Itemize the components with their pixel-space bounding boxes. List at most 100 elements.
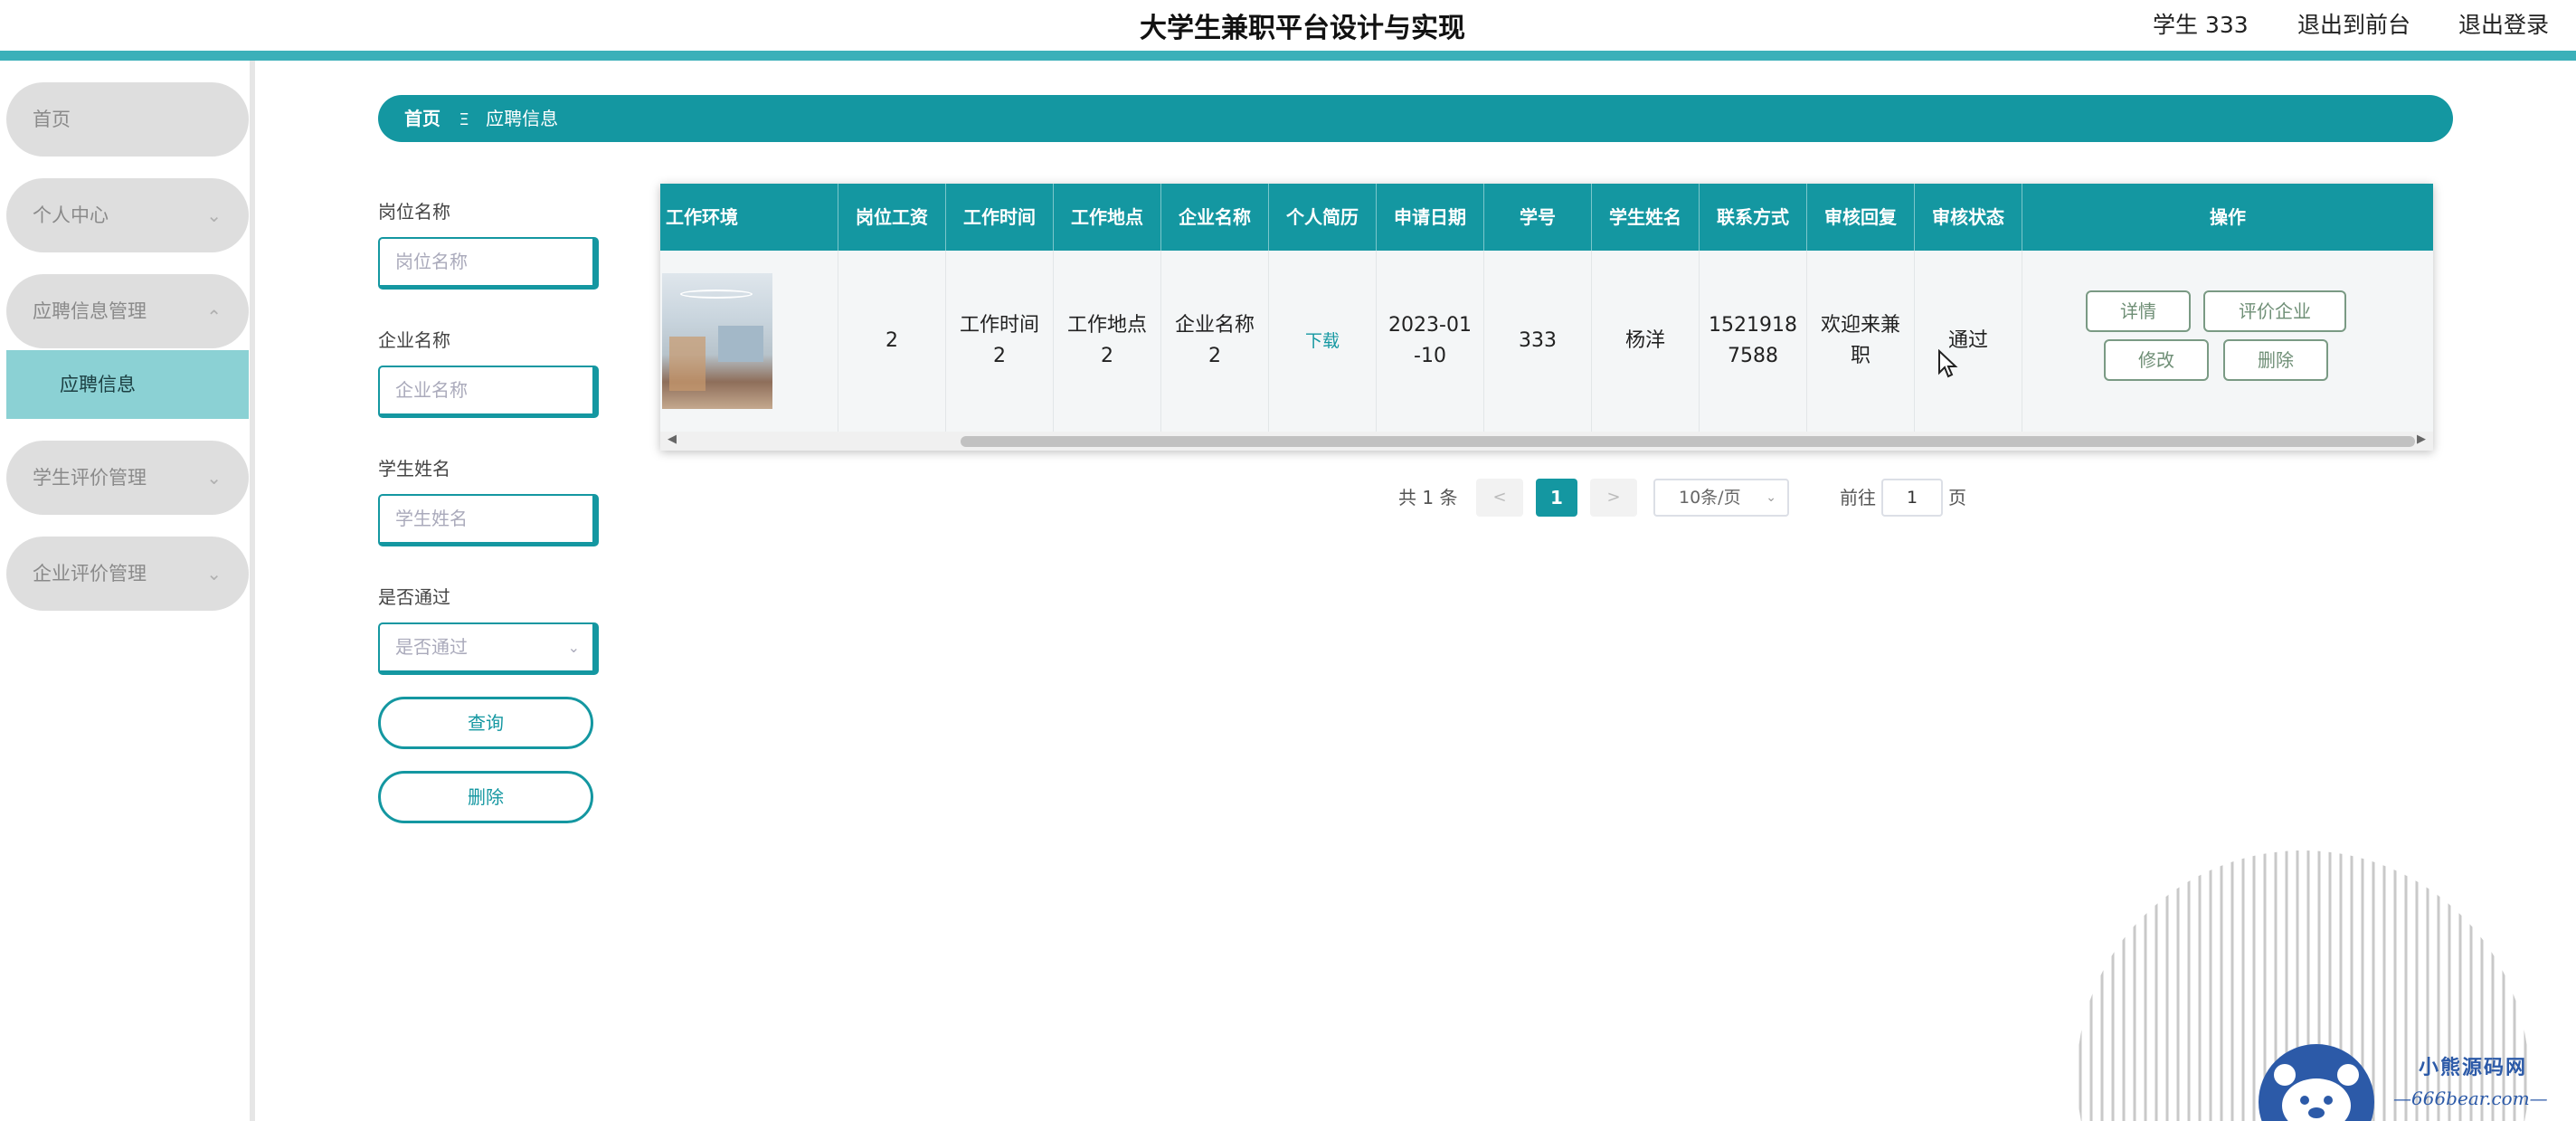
horizontal-scrollbar[interactable]: ◀ ▶ xyxy=(660,432,2433,451)
column-header: 学生姓名 xyxy=(1592,184,1700,251)
pass-status-label: 是否通过 xyxy=(378,586,450,608)
applications-table: 工作环境 岗位工资 工作时间 工作地点 企业名称 个人简历 申请日期 学号 学生… xyxy=(660,184,2433,451)
cell-review-reply: 欢迎来兼职 xyxy=(1807,251,1915,432)
cell-text-line: 欢迎来兼 xyxy=(1820,314,1900,337)
cell-salary: 2 xyxy=(838,251,946,432)
back-to-front-link[interactable]: 退出到前台 xyxy=(2297,7,2410,40)
cell-text-line: 1521918 xyxy=(1709,314,1797,337)
cell-work-environment xyxy=(660,251,838,432)
cell-resume: 下载 xyxy=(1269,251,1377,432)
page-unit-label: 页 xyxy=(1948,487,1966,508)
delete-button[interactable]: 删除 xyxy=(2223,339,2328,381)
cell-text-line: 2023-01 xyxy=(1388,314,1472,337)
watermark-name: 小熊源码网 xyxy=(2419,1056,2528,1079)
cell-actions: 详情 评价企业 修改 删除 xyxy=(2022,251,2433,432)
resume-download-link[interactable]: 下载 xyxy=(1305,326,1340,356)
column-header: 工作时间 xyxy=(946,184,1054,251)
goto-page-input[interactable]: 1 xyxy=(1881,479,1943,517)
column-header: 申请日期 xyxy=(1377,184,1484,251)
cell-text-line: 2 xyxy=(1208,345,1221,367)
cell-text-line: 职 xyxy=(1850,345,1870,367)
logout-link[interactable]: 退出登录 xyxy=(2458,7,2549,40)
table-row: 2 工作时间 2 工作地点 2 企业名称 2 下载 2023-01 -10 333 杨洋… xyxy=(660,251,2433,432)
pass-status-placeholder: 是否通过 xyxy=(395,636,468,658)
sidebar-item-student-evaluation[interactable]: 学生评价管理 ⌄ xyxy=(6,441,249,515)
column-header: 联系方式 xyxy=(1700,184,1807,251)
column-header: 审核回复 xyxy=(1807,184,1915,251)
sidebar-item-home[interactable]: 首页 xyxy=(6,82,249,157)
detail-button[interactable]: 详情 xyxy=(2086,290,2191,332)
sidebar-item-label: 学生评价管理 xyxy=(33,467,147,489)
column-header: 审核状态 xyxy=(1915,184,2022,251)
sidebar-item-personal-center[interactable]: 个人中心 ⌄ xyxy=(6,178,249,252)
sidebar-item-label: 个人中心 xyxy=(33,204,109,226)
cell-work-time: 工作时间 2 xyxy=(946,251,1054,432)
top-bar: 大学生兼职平台设计与实现 学生 333 退出到前台 退出登录 xyxy=(0,0,2576,51)
cell-text-line: 企业名称 xyxy=(1174,314,1255,337)
cell-text-line: 2 xyxy=(992,345,1006,367)
watermark-url: —666bear.com— xyxy=(2393,1088,2548,1109)
breadcrumb: 首页 Ξ 应聘信息 xyxy=(378,95,2453,142)
watermark-logo: 小熊源码网 —666bear.com— xyxy=(2258,1040,2565,1121)
page-size-select[interactable]: 10条/页 ⌄ xyxy=(1653,479,1789,517)
student-name-label: 学生姓名 xyxy=(378,458,450,480)
column-header: 岗位工资 xyxy=(838,184,946,251)
bear-logo-icon xyxy=(2259,1044,2374,1121)
sidebar-item-label: 首页 xyxy=(33,109,71,130)
current-user[interactable]: 学生 333 xyxy=(2153,7,2249,40)
work-environment-image[interactable] xyxy=(662,273,772,409)
sidebar-item-application-management[interactable]: 应聘信息管理 ⌃ xyxy=(6,274,249,348)
company-name-input[interactable]: 企业名称 xyxy=(378,366,599,418)
pagination-total: 共 1 条 xyxy=(1398,487,1458,508)
column-header: 工作地点 xyxy=(1054,184,1161,251)
column-header: 企业名称 xyxy=(1161,184,1269,251)
cell-student-name: 杨洋 xyxy=(1592,251,1700,432)
scroll-right-icon[interactable]: ▶ xyxy=(2417,432,2426,446)
sidebar-item-label: 企业评价管理 xyxy=(33,563,147,584)
cell-text-line: 工作地点 xyxy=(1066,314,1147,337)
column-header: 个人简历 xyxy=(1269,184,1377,251)
cell-phone: 1521918 7588 xyxy=(1700,251,1807,432)
column-header: 操作 xyxy=(2210,206,2246,228)
cell-text-line: -10 xyxy=(1414,345,1446,367)
mouse-cursor-icon xyxy=(1938,349,1958,378)
cell-text-line: 工作时间 xyxy=(959,314,1039,337)
cell-review-status: 通过 xyxy=(1915,251,2022,432)
scrollbar-thumb[interactable] xyxy=(961,436,2415,447)
prev-page-button[interactable]: < xyxy=(1476,479,1523,517)
next-page-button[interactable]: > xyxy=(1590,479,1637,517)
table-header: 工作环境 岗位工资 工作时间 工作地点 企业名称 个人简历 申请日期 学号 学生… xyxy=(660,184,2433,251)
chevron-down-icon: ⌄ xyxy=(206,467,222,489)
column-header: 工作环境 xyxy=(660,184,838,251)
page-number-current[interactable]: 1 xyxy=(1536,479,1577,517)
query-button[interactable]: 查询 xyxy=(378,697,593,749)
edit-button[interactable]: 修改 xyxy=(2104,339,2209,381)
cell-student-no: 333 xyxy=(1484,251,1592,432)
sidebar-subitem-applications[interactable]: 应聘信息 xyxy=(6,350,249,419)
job-name-input[interactable]: 岗位名称 xyxy=(378,237,599,290)
goto-label: 前往 xyxy=(1840,487,1876,508)
cell-text-line: 2 xyxy=(1100,345,1113,367)
chevron-down-icon: ⌄ xyxy=(206,563,222,584)
company-name-label: 企业名称 xyxy=(378,329,450,351)
sidebar-item-company-evaluation[interactable]: 企业评价管理 ⌄ xyxy=(6,537,249,611)
breadcrumb-separator-icon: Ξ xyxy=(459,110,469,129)
breadcrumb-home[interactable]: 首页 xyxy=(404,108,440,129)
header-divider xyxy=(0,51,2576,61)
page-size-value: 10条/页 xyxy=(1679,488,1741,508)
sidebar-item-label: 应聘信息管理 xyxy=(33,300,147,322)
cell-text-line: 7588 xyxy=(1727,345,1778,367)
cell-apply-date: 2023-01 -10 xyxy=(1377,251,1484,432)
column-header: 学号 xyxy=(1484,184,1592,251)
pass-status-select[interactable]: 是否通过 ⌄ xyxy=(378,622,599,675)
cell-location: 工作地点 2 xyxy=(1054,251,1161,432)
scroll-left-icon[interactable]: ◀ xyxy=(668,432,677,446)
chevron-down-icon: ⌄ xyxy=(567,639,580,656)
batch-delete-button[interactable]: 删除 xyxy=(378,771,593,823)
chevron-down-icon: ⌄ xyxy=(1766,490,1776,505)
sidebar: 首页 个人中心 ⌄ 应聘信息管理 ⌃ 应聘信息 学生评价管理 ⌄ 企业评价管理 … xyxy=(0,61,255,1121)
student-name-input[interactable]: 学生姓名 xyxy=(378,494,599,546)
evaluate-company-button[interactable]: 评价企业 xyxy=(2203,290,2346,332)
chevron-down-icon: ⌄ xyxy=(206,204,222,226)
chevron-up-icon: ⌃ xyxy=(206,306,222,328)
